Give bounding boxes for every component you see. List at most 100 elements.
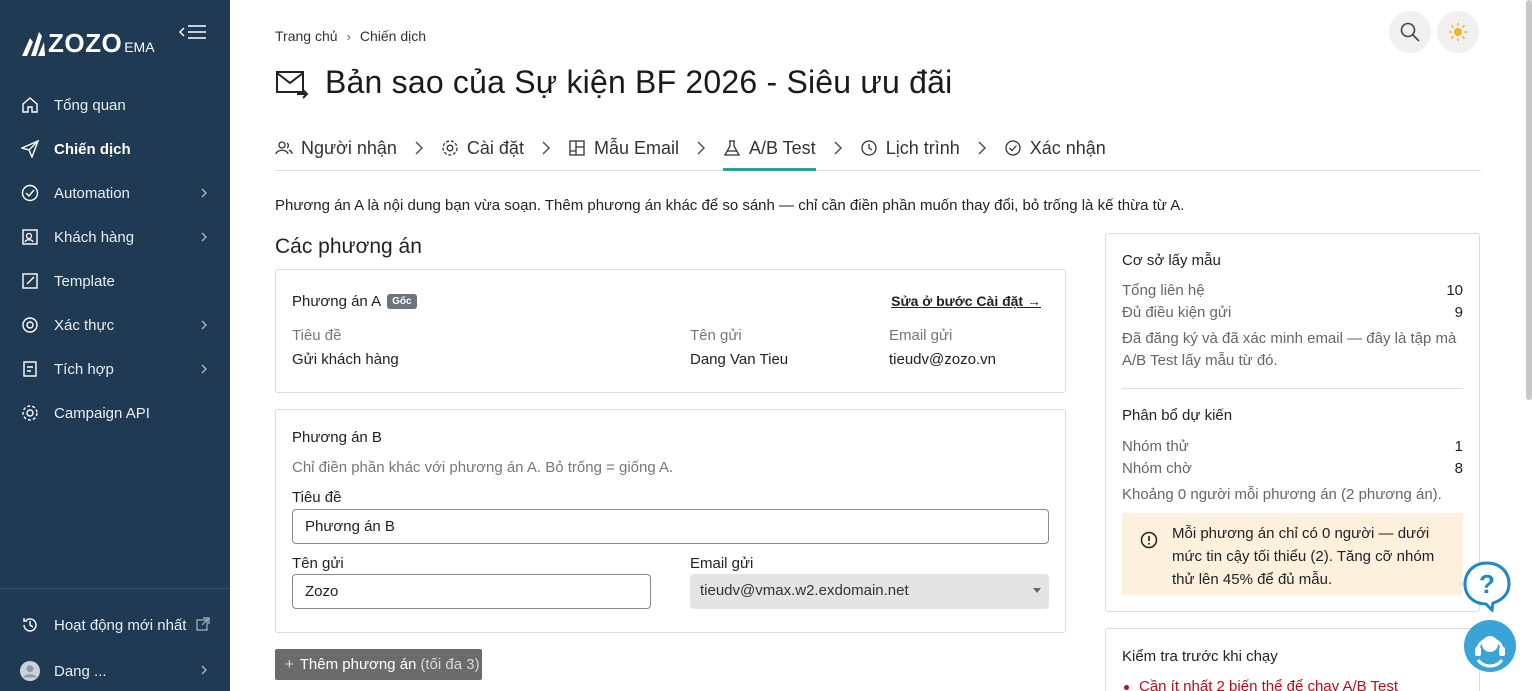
subject-label: Tiêu đề: [292, 489, 342, 506]
step-schedule[interactable]: Lịch trình: [860, 126, 960, 170]
panel-divider: [1122, 388, 1463, 389]
stat-label: Nhóm thử: [1122, 438, 1189, 455]
brand-logo[interactable]: ZOZO EMA: [20, 28, 155, 58]
sidebar-item-label: Xác thực: [54, 316, 115, 334]
warning-text: Mỗi phương án chỉ có 0 người — dưới mức …: [1172, 525, 1435, 588]
recent-activity-link[interactable]: Hoạt động mới nhất: [0, 602, 230, 648]
caret-down-icon: [1033, 588, 1041, 593]
collapse-sidebar-icon[interactable]: [178, 22, 208, 44]
sidebar-item-overview[interactable]: Tổng quan: [0, 83, 230, 127]
sidebar-item-campaigns[interactable]: Chiến dịch: [0, 127, 230, 171]
sidebar: ZOZO EMA Tổng quan Chiến dịch Automation…: [0, 0, 230, 691]
field-value: Gửi khách hàng: [292, 351, 399, 368]
step-label: Người nhận: [301, 137, 397, 158]
wizard-steps: Người nhận Cài đặt Mẫu Email A/B Test Lị…: [275, 126, 1481, 171]
hold-group-row: Nhóm chờ 8: [1122, 458, 1463, 480]
logo-text: ZOZO: [48, 28, 123, 58]
chevron-right-icon: [696, 126, 706, 170]
search-icon: [1400, 22, 1420, 42]
variant-b-title: Phương án B: [292, 429, 382, 446]
sidebar-item-verify[interactable]: Xác thực: [0, 303, 230, 347]
variant-b-card: Phương án B Chỉ điền phần khác với phươn…: [275, 409, 1066, 633]
step-label: Xác nhận: [1029, 137, 1106, 158]
template-icon: [20, 271, 40, 291]
sampling-title: Cơ sở lấy mẫu: [1122, 252, 1221, 269]
stat-value: 8: [1454, 460, 1463, 477]
zozo-logo-icon: [22, 32, 45, 56]
add-variant-button[interactable]: + Thêm phương án (tối đa 3): [275, 649, 482, 680]
automation-icon: [20, 183, 40, 203]
variant-a-card: Phương án A Gốc Sửa ở bước Cài đặt → Tiêu…: [275, 269, 1066, 393]
allocation-title: Phân bổ dự kiến: [1122, 407, 1233, 424]
search-button[interactable]: [1389, 11, 1431, 53]
sidebar-item-label: Template: [54, 272, 115, 290]
variant-b-hint: Chỉ điền phần khác với phương án A. Bỏ t…: [292, 459, 674, 476]
step-label: Mẫu Email: [593, 137, 679, 158]
step-ab-test[interactable]: A/B Test: [722, 126, 816, 171]
step-email-template[interactable]: Mẫu Email: [568, 126, 679, 170]
step-recipients[interactable]: Người nhận: [275, 126, 397, 170]
chevron-right-icon: [200, 186, 208, 204]
sidebar-nav: Tổng quan Chiến dịch Automation Khách hà…: [0, 83, 230, 435]
page-header: Bản sao của Sự kiện BF 2026 - Siêu ưu đã…: [275, 64, 952, 101]
help-question-icon: ?: [1463, 561, 1511, 614]
email-send-icon: [276, 70, 309, 99]
variant-a-email: Email gửi tieudv@zozo.vn: [889, 327, 996, 368]
page-scrollbar[interactable]: [1526, 0, 1532, 400]
sidebar-item-customers[interactable]: Khách hàng: [0, 215, 230, 259]
chevron-right-icon: [541, 126, 551, 170]
breadcrumb-home[interactable]: Trang chủ: [275, 28, 338, 44]
add-variant-label: Thêm phương án: [299, 656, 417, 673]
recent-activity-label: Hoạt động mới nhất: [54, 616, 187, 634]
error-bullet-icon: [1124, 685, 1129, 690]
chevron-right-icon: [200, 318, 208, 336]
sidebar-item-label: Chiến dịch: [54, 140, 131, 158]
layout-icon: [568, 139, 586, 157]
sampling-stats: Tổng liên hệ 10 Đủ điều kiện gửi 9 Đã đăng…: [1122, 280, 1463, 372]
avatar: [20, 661, 40, 681]
help-button[interactable]: ?: [1462, 560, 1512, 614]
sender-name-input[interactable]: Zozo: [292, 574, 651, 609]
variant-a-subject: Tiêu đề Gửi khách hàng: [292, 327, 399, 368]
test-group-row: Nhóm thử 1: [1122, 436, 1463, 458]
stat-label: Đủ điều kiện gửi: [1122, 304, 1232, 321]
sidebar-item-label: Tổng quan: [54, 96, 126, 114]
breadcrumb-current[interactable]: Chiến dịch: [360, 28, 426, 44]
add-variant-hint: (tối đa 3): [420, 656, 480, 673]
user-menu[interactable]: Dang ...: [0, 648, 230, 691]
sidebar-item-integration[interactable]: Tích hợp: [0, 347, 230, 391]
sidebar-item-campaign-api[interactable]: Campaign API: [0, 391, 230, 435]
eligible-row: Đủ điều kiện gửi 9: [1122, 302, 1463, 324]
stat-value: 9: [1454, 304, 1463, 321]
field-label: Tên gửi: [690, 327, 742, 344]
sender-email-select[interactable]: tieudv@vmax.w2.exdomain.net: [690, 574, 1049, 609]
stat-label: Tổng liên hệ: [1122, 282, 1205, 299]
field-label: Tiêu đề: [292, 327, 342, 344]
chevron-right-icon: [833, 126, 843, 170]
page-title: Bản sao của Sự kiện BF 2026 - Siêu ưu đã…: [325, 64, 953, 100]
plus-icon: +: [285, 656, 294, 673]
chevron-right-icon: [200, 362, 208, 380]
precheck-panel: Kiểm tra trước khi chạy Cần ít nhất 2 bi…: [1105, 628, 1480, 691]
sun-icon: [1449, 23, 1467, 41]
sidebar-item-label: Campaign API: [54, 404, 150, 422]
subject-input[interactable]: Phương án B: [292, 509, 1049, 544]
stat-label: Nhóm chờ: [1122, 460, 1192, 477]
main-content: Trang chủ › Chiến dịch Bản sao của Sự ki…: [230, 0, 1532, 691]
step-confirm[interactable]: Xác nhận: [1004, 126, 1106, 170]
theme-toggle-button[interactable]: [1437, 11, 1479, 53]
variant-a-title: Phương án A: [292, 293, 382, 310]
precheck-error: Cần ít nhất 2 biến thể để chạy A/B Test: [1139, 678, 1399, 691]
people-icon: [275, 139, 293, 157]
edit-in-settings-link[interactable]: Sửa ở bước Cài đặt →: [891, 293, 1041, 309]
step-label: Cài đặt: [466, 137, 524, 158]
original-badge: Gốc: [387, 294, 417, 309]
sidebar-item-template[interactable]: Template: [0, 259, 230, 303]
total-contacts-row: Tổng liên hệ 10: [1122, 280, 1463, 302]
sampling-note: Đã đăng ký và đã xác minh email — đây là…: [1122, 330, 1457, 369]
support-chat-button[interactable]: [1464, 620, 1516, 672]
user-name: Dang ...: [54, 662, 107, 680]
step-settings[interactable]: Cài đặt: [441, 126, 524, 170]
email-label: Email gửi: [690, 555, 754, 572]
sidebar-item-automation[interactable]: Automation: [0, 171, 230, 215]
